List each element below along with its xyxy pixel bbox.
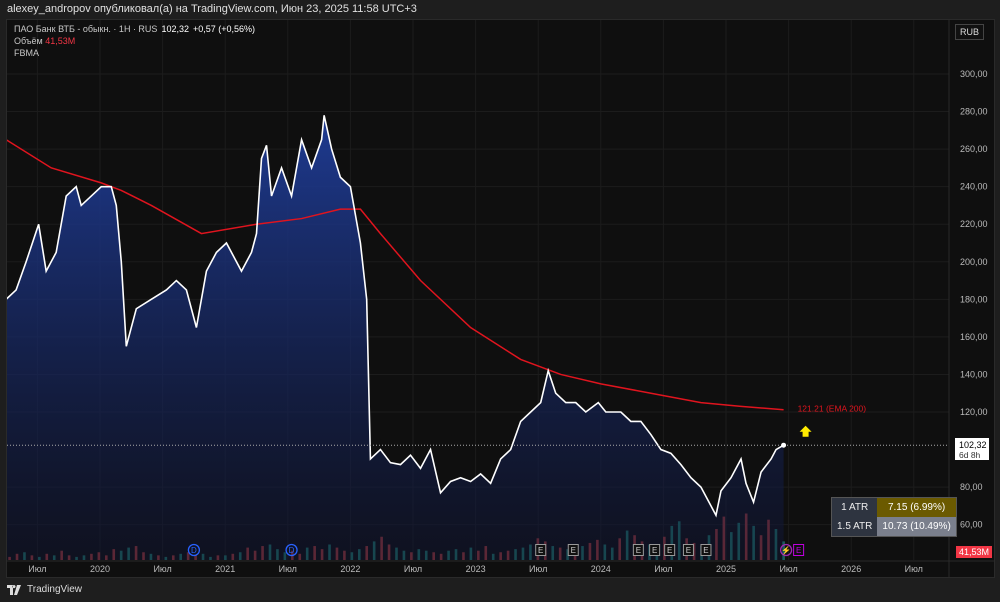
volume-value-tag: 41,53M	[959, 547, 989, 557]
dividend-marker-label: D	[289, 546, 295, 555]
legend-symbol-row: ПАО Банк ВТБ - обыкн. · 1H · RUS 102,32 +0…	[14, 24, 255, 34]
legend-indicator[interactable]: FBMA	[14, 48, 39, 58]
earnings-marker-label: E	[703, 546, 708, 555]
x-tick-label: 2023	[466, 564, 486, 574]
x-tick-label: Июл	[529, 564, 547, 574]
earnings-marker-label: E	[538, 546, 543, 555]
price-area	[7, 115, 784, 560]
x-tick-label: Июл	[905, 564, 923, 574]
up-arrow-icon	[799, 425, 812, 437]
x-tick-label: Июл	[654, 564, 672, 574]
volume-tag: 41,53M	[956, 546, 992, 558]
earnings-marker-label: E	[796, 546, 801, 555]
x-tick-label: 2025	[716, 564, 736, 574]
y-tick-label: 60,00	[960, 520, 983, 530]
brand-name: TradingView	[27, 584, 83, 595]
atr-value: 10.73 (10.49%)	[877, 517, 957, 537]
earnings-marker-label: E	[686, 546, 691, 555]
atr-label: 1.5 ATR	[831, 517, 878, 537]
y-tick-label: 120,00	[960, 407, 988, 417]
last-price: 102,32	[161, 24, 189, 34]
y-tick-label: 140,00	[960, 369, 988, 379]
atr-table: 1 ATR 7.15 (6.99%) 1.5 ATR 10.73 (10.49%)	[831, 497, 957, 537]
y-tick-label: 220,00	[960, 219, 988, 229]
y-tick-label: 200,00	[960, 257, 988, 267]
x-tick-label: 2022	[340, 564, 360, 574]
y-tick-label: 260,00	[960, 144, 988, 154]
last-price-value: 102,32	[959, 440, 987, 450]
x-tick-label: 2020	[90, 564, 110, 574]
y-tick-label: 300,00	[960, 69, 988, 79]
price-chart[interactable]: 300,00 280,00 260,00 240,00 220,00 200,00 180,…	[7, 20, 995, 578]
chart-panel[interactable]: 300,00 280,00 260,00 240,00 220,00 200,00 180,…	[6, 19, 995, 578]
volume-value: 41,53M	[45, 36, 76, 46]
symbol-name[interactable]: ПАО Банк ВТБ - обыкн. · 1H · RUS	[14, 24, 157, 34]
x-tick-label: 2021	[215, 564, 235, 574]
atr-label: 1 ATR	[831, 497, 878, 517]
volume-label: Объём	[14, 36, 43, 46]
price-change: +0,57 (+0,56%)	[192, 24, 256, 34]
ema-label: 121.21 (EMA 200)	[798, 404, 867, 414]
earnings-marker-label: E	[636, 546, 641, 555]
dividend-marker-label: D	[191, 546, 197, 555]
x-tick-label: Июл	[28, 564, 46, 574]
y-tick-label: 280,00	[960, 107, 988, 117]
x-tick-label: Июл	[153, 564, 171, 574]
publication-header: alexey_andropov опубликовал(а) на Tradin…	[7, 3, 417, 15]
legend-volume-row: Объём 41,53M	[14, 36, 75, 46]
y-tick-label: 180,00	[960, 294, 988, 304]
earnings-marker-label: E	[571, 546, 576, 555]
x-tick-label: Июл	[779, 564, 797, 574]
earnings-marker-label: E	[652, 546, 657, 555]
lightning-icon: ⚡	[781, 545, 791, 555]
y-tick-label: 80,00	[960, 482, 983, 492]
atr-row: 1 ATR 7.15 (6.99%)	[831, 497, 957, 517]
x-tick-label: 2026	[841, 564, 861, 574]
bar-countdown: 6d 8h	[959, 450, 981, 460]
x-tick-label: Июл	[279, 564, 297, 574]
y-tick-label: 160,00	[960, 332, 988, 342]
footer: TradingView	[7, 584, 82, 595]
earnings-marker-label: E	[667, 546, 672, 555]
x-tick-label: Июл	[404, 564, 422, 574]
atr-value: 7.15 (6.99%)	[877, 497, 957, 517]
currency-button[interactable]: RUB	[954, 24, 984, 40]
y-tick-label: 240,00	[960, 182, 988, 192]
atr-row: 1.5 ATR 10.73 (10.49%)	[831, 517, 957, 537]
last-price-tag: 102,32 6d 8h	[955, 438, 989, 460]
tradingview-logo-icon	[7, 584, 21, 595]
last-price-dot	[781, 442, 787, 448]
x-tick-label: 2024	[591, 564, 611, 574]
